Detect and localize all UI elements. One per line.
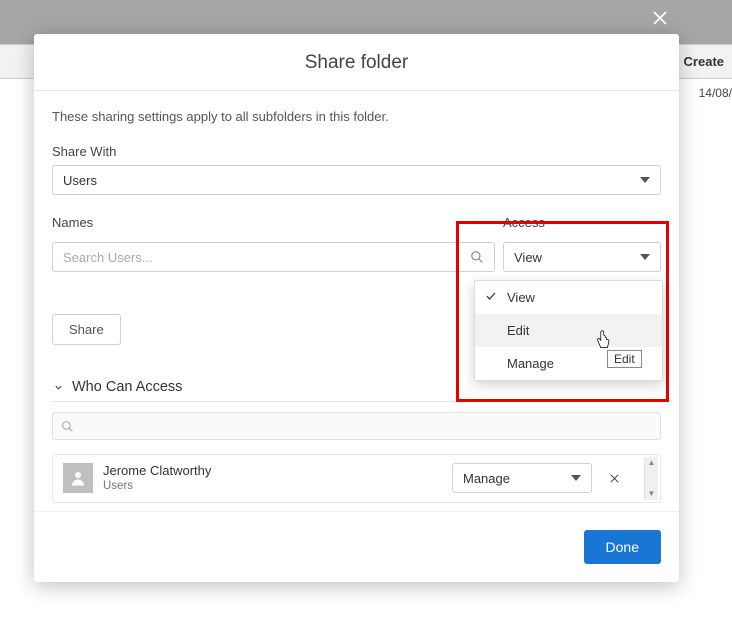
share-with-value: Users	[63, 173, 97, 188]
search-button[interactable]	[458, 242, 495, 272]
who-access-value: Manage	[463, 471, 510, 486]
names-search-input[interactable]	[52, 242, 458, 272]
modal-title: Share folder	[34, 34, 679, 91]
who-access-role: Users	[103, 479, 442, 493]
access-select[interactable]: View	[503, 242, 661, 272]
access-label: Access	[503, 215, 661, 230]
modal-subtitle: These sharing settings apply to all subf…	[52, 109, 661, 124]
caret-down-icon	[640, 177, 650, 183]
who-filter-input[interactable]	[52, 412, 661, 440]
remove-access-button[interactable]	[602, 466, 626, 490]
share-button[interactable]: Share	[52, 314, 121, 345]
who-access-info: Jerome Clatworthy Users	[103, 463, 442, 494]
share-with-label: Share With	[52, 144, 661, 159]
who-access-row: Jerome Clatworthy Users Manage	[53, 455, 660, 502]
chevron-down-icon	[52, 382, 64, 393]
background-date-cell: 14/08/	[689, 82, 732, 104]
tooltip: Edit	[607, 350, 642, 368]
column-header-create: Create	[684, 54, 724, 69]
names-label: Names	[52, 215, 495, 230]
caret-down-icon	[640, 254, 650, 260]
who-can-access-label: Who Can Access	[72, 379, 182, 395]
scrollbar[interactable]: ▲ ▼	[644, 457, 658, 500]
who-access-name: Jerome Clatworthy	[103, 463, 442, 479]
who-access-select[interactable]: Manage	[452, 463, 592, 493]
scroll-up-icon: ▲	[648, 459, 656, 467]
close-icon[interactable]	[648, 6, 672, 30]
dropdown-option-edit[interactable]: Edit	[475, 314, 662, 347]
done-button[interactable]: Done	[584, 530, 661, 564]
dropdown-option-view[interactable]: View	[475, 281, 662, 314]
share-with-select[interactable]: Users	[52, 165, 661, 195]
access-value: View	[514, 250, 542, 265]
check-icon	[485, 290, 497, 305]
avatar	[63, 463, 93, 493]
caret-down-icon	[571, 475, 581, 481]
who-access-list: Jerome Clatworthy Users Manage ▲ ▼	[52, 454, 661, 503]
scroll-down-icon: ▼	[648, 490, 656, 498]
